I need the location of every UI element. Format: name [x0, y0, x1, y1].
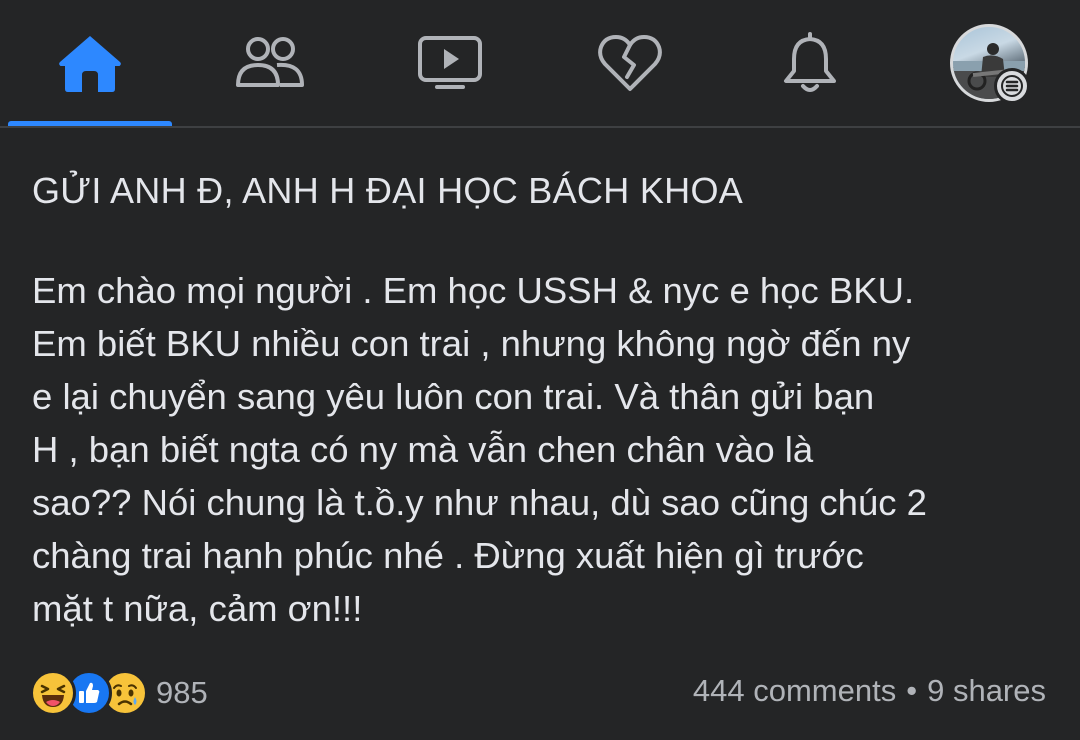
friends-icon	[236, 37, 304, 87]
reactions-summary[interactable]: 985	[30, 668, 208, 718]
post-line: Em biết BKU nhiều con trai , nhưng không…	[32, 323, 911, 364]
bell-icon	[784, 32, 836, 92]
nav-tab-dating[interactable]	[545, 0, 715, 126]
comments-count-link[interactable]: 444 comments	[693, 673, 896, 708]
nav-tab-menu[interactable]	[950, 24, 1030, 104]
shares-count-link[interactable]: 9 shares	[927, 673, 1046, 708]
nav-tab-friends[interactable]	[185, 0, 355, 126]
post-line: mặt t nữa, cảm ơn!!!	[32, 588, 363, 629]
post-line: chàng trai hạnh phúc nhé . Đừng xuất hiệ…	[32, 535, 864, 576]
top-navigation-bar	[0, 0, 1080, 128]
stats-separator: •	[906, 673, 918, 708]
menu-icon	[994, 68, 1030, 104]
nav-tab-notifications[interactable]	[725, 0, 895, 126]
home-icon	[59, 36, 121, 92]
post-body: Em chào mọi người . Em học USSH & nyc e …	[32, 264, 1062, 635]
post-line: sao?? Nói chung là t.ồ.y như nhau, dù sa…	[32, 482, 927, 523]
post-line: Em chào mọi người . Em học USSH & nyc e …	[32, 270, 915, 311]
post-stats: 444 comments • 9 shares	[693, 673, 1046, 709]
heart-icon	[598, 35, 662, 91]
video-icon	[418, 36, 482, 89]
nav-tab-watch[interactable]	[365, 0, 535, 126]
reaction-count: 985	[156, 675, 208, 710]
post-line: e lại chuyển sang yêu luôn con trai. Và …	[32, 376, 875, 417]
active-tab-indicator	[8, 121, 172, 126]
haha-icon	[30, 670, 76, 716]
post-line: H , bạn biết ngta có ny mà vẫn chen chân…	[32, 429, 814, 470]
post: GỬI ANH Đ, ANH H ĐẠI HỌC BÁCH KHOA Em ch…	[0, 130, 1080, 740]
nav-tab-home[interactable]	[5, 0, 175, 126]
post-title: GỬI ANH Đ, ANH H ĐẠI HỌC BÁCH KHOA	[32, 170, 744, 211]
